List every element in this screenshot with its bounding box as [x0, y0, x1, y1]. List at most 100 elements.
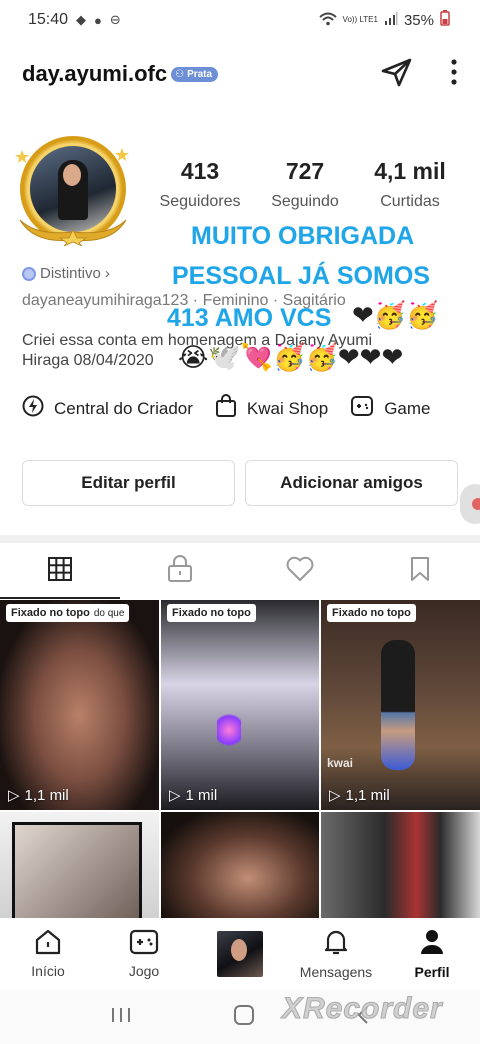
home-icon [34, 929, 62, 958]
profile-stats: 413 Seguidores 727 Seguindo 4,1 mil Curt… [150, 158, 460, 211]
followers-label: Seguidores [159, 193, 241, 210]
level-badge[interactable]: ⚇ Prata [171, 66, 219, 82]
kwai-watermark: kwai [327, 756, 354, 770]
profile-shortcuts: Central do Criador Kwai Shop Game [22, 394, 480, 423]
pinned-label: Fixado no topo do que [6, 604, 130, 622]
following-count: 727 [285, 158, 325, 184]
overlay-caption-line-2: PESSOAL JÁ SOMOS [172, 262, 430, 290]
nav-game-label: Jogo [128, 963, 160, 979]
person-icon [419, 928, 445, 959]
following-label: Seguindo [271, 193, 339, 210]
status-time: 15:40 [28, 11, 69, 28]
video-thumbnail[interactable]: Fixado no topo ▷ 1 mil [161, 600, 319, 810]
tab-saved[interactable] [360, 543, 480, 599]
add-friends-button[interactable]: Adicionar amigos [245, 460, 458, 506]
tab-private[interactable] [120, 543, 240, 599]
creator-center-shortcut[interactable]: Central do Criador [22, 395, 193, 422]
gamepad-icon [129, 929, 159, 958]
floating-record-handle[interactable] [460, 484, 480, 524]
wifi-icon [318, 12, 337, 29]
kwai-shop-shortcut[interactable]: Kwai Shop [215, 394, 328, 423]
share-icon[interactable] [380, 57, 414, 92]
profile-username: day.ayumi.ofc [22, 61, 168, 86]
badge-icon: ⚇ [175, 68, 185, 80]
nav-profile[interactable]: Perfil [384, 918, 480, 990]
tab-liked[interactable] [240, 543, 360, 599]
video-thumbnail[interactable] [321, 812, 480, 918]
pinned-label: Fixado no topo [167, 604, 256, 622]
profile-header: day.ayumi.ofc ⚇ Prata [0, 50, 480, 98]
likes-count: 4,1 mil [374, 158, 446, 184]
video-thumbnail[interactable] [0, 812, 159, 918]
overlay-caption-line-3: 413 AMO VCS [167, 304, 332, 332]
nav-create[interactable] [192, 918, 288, 990]
tab-posts[interactable] [0, 543, 120, 599]
dropbox-icon: ◆ [76, 12, 87, 27]
shopping-bag-icon [215, 394, 237, 423]
battery-icon [440, 10, 450, 30]
lightning-icon [22, 395, 44, 422]
nav-messages[interactable]: Mensagens [288, 918, 384, 990]
avatar-stars-icon [15, 148, 129, 163]
followers-stat[interactable]: 413 Seguidores [150, 158, 250, 211]
bell-icon [323, 928, 349, 959]
play-icon: ▷ [329, 787, 341, 804]
recent-apps-icon[interactable] [110, 1006, 132, 1029]
edit-profile-button[interactable]: Editar perfil [22, 460, 235, 506]
kwai-shop-label: Kwai Shop [246, 398, 329, 418]
nav-home-label: Início [31, 963, 65, 979]
nav-game[interactable]: Jogo [96, 918, 192, 990]
avatar-laurel-icon [19, 219, 127, 246]
content-tabs [0, 543, 480, 599]
pinned-text: Fixado no topo [11, 607, 90, 619]
game-label: Game [384, 398, 431, 418]
play-icon: ▷ [169, 787, 181, 804]
distintivo-icon [22, 266, 36, 281]
video-thumbnail[interactable]: Fixado no topo do que ▷ 1,1 mil [0, 600, 159, 810]
lock-icon [167, 554, 193, 588]
view-count-text: 1 mil [185, 786, 218, 804]
gamepad-icon [350, 395, 374, 422]
carrier-label: Vo)) LTE1 [342, 15, 378, 24]
overlay-emojis-line-3: ❤🥳🥳 [352, 300, 439, 330]
section-divider [0, 535, 480, 543]
view-count-text: 1,1 mil [24, 786, 69, 804]
pinned-extra-text: do que [93, 608, 125, 619]
video-thumbnail[interactable]: Fixado no topo kwai ▷ 1,1 mil [321, 600, 480, 810]
video-thumbnail [217, 931, 263, 977]
likes-stat[interactable]: 4,1 mil Curtidas [360, 158, 460, 211]
nav-messages-label: Mensagens [299, 964, 373, 980]
status-bar: 15:40 ◆ ● ⊖ Vo)) LTE1 35% [0, 0, 480, 40]
home-button-icon[interactable] [233, 1004, 255, 1031]
signal-icon [384, 11, 398, 29]
view-count: ▷ 1,1 mil [8, 786, 69, 805]
game-shortcut[interactable]: Game [350, 395, 430, 422]
distintivo-label: Distintivo [40, 265, 101, 282]
overlay-caption-line-1: MUITO OBRIGADA [191, 222, 415, 250]
avatar[interactable] [14, 130, 132, 248]
active-tab-indicator [0, 597, 120, 599]
chevron-right-icon: › [104, 265, 110, 282]
grid-icon [47, 556, 73, 587]
pinned-label: Fixado no topo [327, 604, 416, 622]
battery-percent: 35% [403, 11, 434, 29]
video-grid: Fixado no topo do que ▷ 1,1 mil Fixado no… [0, 600, 480, 918]
bottom-navigation: Início Jogo Mensagens Perfil [0, 918, 480, 990]
play-icon: ▷ [8, 787, 20, 804]
view-count-text: 1,1 mil [345, 786, 390, 804]
nav-profile-label: Perfil [414, 964, 450, 980]
video-thumbnail[interactable] [161, 812, 319, 918]
overlay-emojis-bio: 😭🕊️💘🥳🥳❤❤❤ [178, 342, 404, 372]
dnd-icon: ⊖ [109, 12, 121, 27]
distintivo-link[interactable]: Distintivo › [22, 265, 110, 282]
view-count: ▷ 1 mil [169, 786, 218, 805]
heart-icon [286, 556, 314, 587]
following-stat[interactable]: 727 Seguindo [255, 158, 355, 211]
likes-label: Curtidas [380, 193, 440, 210]
followers-count: 413 [180, 158, 220, 184]
more-options-icon[interactable] [450, 58, 458, 91]
recorder-watermark: XRecorder [282, 992, 443, 1026]
bookmark-icon [409, 556, 431, 587]
nav-home[interactable]: Início [0, 918, 96, 990]
app-notification-icon: ● [94, 12, 102, 28]
